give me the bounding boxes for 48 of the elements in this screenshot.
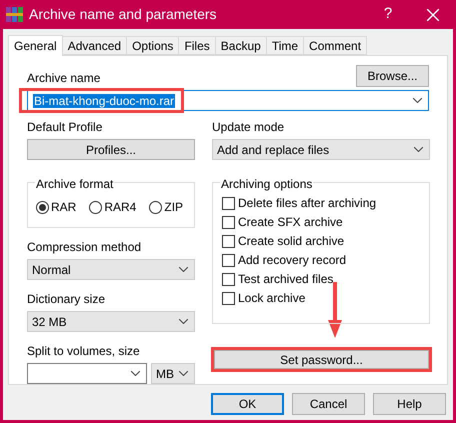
app-icon [6, 6, 23, 23]
set-password-button[interactable]: Set password... [214, 350, 429, 369]
tab[interactable]: General [8, 35, 63, 56]
close-icon[interactable] [427, 8, 439, 20]
tab[interactable]: Options [127, 36, 180, 55]
field-label: Default Profile [27, 119, 104, 136]
field-label: Compression method [27, 239, 142, 256]
tab[interactable]: Backup [216, 36, 267, 55]
window-title: Archive name and parameters [29, 5, 218, 24]
radio-option[interactable]: ZIP [149, 198, 184, 216]
tab[interactable]: Time [266, 36, 304, 55]
checkbox-option[interactable]: Lock archive [222, 290, 429, 306]
browse-button[interactable]: Browse... [356, 65, 429, 88]
checkbox[interactable] [222, 292, 235, 304]
checkbox[interactable] [222, 254, 235, 266]
arrow-icon [328, 282, 342, 338]
radio-option[interactable]: RAR4 [89, 198, 136, 216]
dialog-button[interactable]: Help [373, 393, 446, 415]
radio-button[interactable] [149, 200, 162, 214]
split-size-combo[interactable] [27, 363, 147, 384]
dictionary-size-dropdown[interactable]: 32 MB [27, 311, 195, 332]
checkbox-option[interactable]: Add recovery record [222, 252, 429, 268]
field-label: Split to volumes, size [27, 343, 141, 360]
dialog-button[interactable]: OK [211, 393, 284, 415]
checkbox[interactable] [222, 196, 235, 210]
profiles-button[interactable]: Profiles... [27, 139, 195, 160]
tab[interactable]: Files [179, 36, 216, 55]
checkbox-option[interactable]: Create solid archive [222, 233, 429, 249]
checkbox-option[interactable]: Create SFX archive [222, 214, 429, 230]
field-label: Archive name [27, 70, 100, 88]
checkbox-option[interactable]: Test archived files [222, 271, 429, 287]
field-label: Dictionary size [27, 291, 106, 308]
help-button[interactable]: ? [373, 3, 403, 26]
checkbox[interactable] [222, 216, 235, 228]
tab[interactable]: Advanced [62, 36, 128, 55]
dialog-button[interactable]: Cancel [292, 393, 365, 415]
unit-dropdown[interactable]: MB [151, 363, 195, 384]
radio-option[interactable]: RAR [36, 198, 76, 216]
update-mode-dropdown[interactable]: Add and replace files [212, 139, 430, 160]
compression-method-dropdown[interactable]: Normal [27, 259, 195, 280]
radio-button[interactable] [36, 200, 49, 214]
radio-button[interactable] [89, 200, 102, 214]
field-label: Update mode [212, 119, 286, 136]
checkbox-option[interactable]: Delete files after archiving [222, 195, 429, 211]
checkbox[interactable] [222, 234, 235, 248]
checkbox[interactable] [222, 272, 235, 286]
archive-name-value: Bi-mat-khong-duoc-mo.rar [33, 92, 176, 110]
tab[interactable]: Comment [304, 36, 368, 55]
